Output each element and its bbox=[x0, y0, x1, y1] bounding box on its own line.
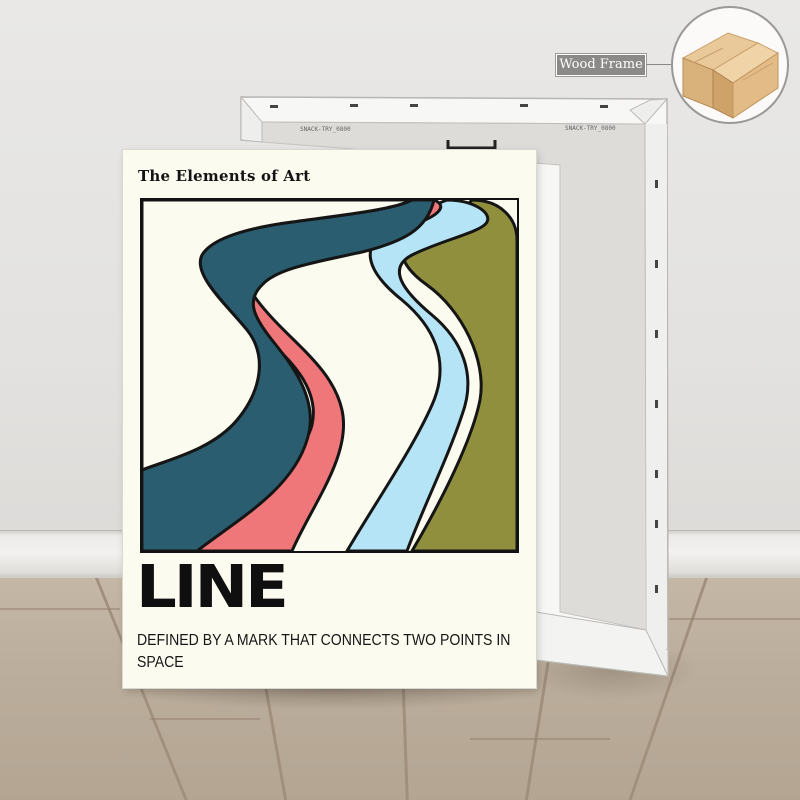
poster-title: LINE bbox=[136, 553, 289, 622]
poster-description: DEFINED BY A MARK THAT CONNECTS TWO POIN… bbox=[137, 632, 511, 671]
canvas-stamp-left: SNACK-TRY_0800 bbox=[300, 126, 351, 133]
wood-frame-label: Wood Frame bbox=[555, 53, 647, 77]
canvas-stamp-right: SNACK-TRY_0800 bbox=[565, 125, 616, 132]
poster-heading: The Elements of Art bbox=[138, 167, 311, 185]
wavy-stripes-illustration bbox=[142, 200, 517, 551]
art-poster: The Elements of Art LINE DEFINED BY A MA… bbox=[123, 150, 536, 688]
line-artwork bbox=[140, 198, 519, 553]
wood-frame-corner-icon bbox=[671, 6, 789, 124]
product-scene: SNACK-TRY_0800 SNACK-TRY_0800 The Elemen… bbox=[0, 0, 800, 800]
